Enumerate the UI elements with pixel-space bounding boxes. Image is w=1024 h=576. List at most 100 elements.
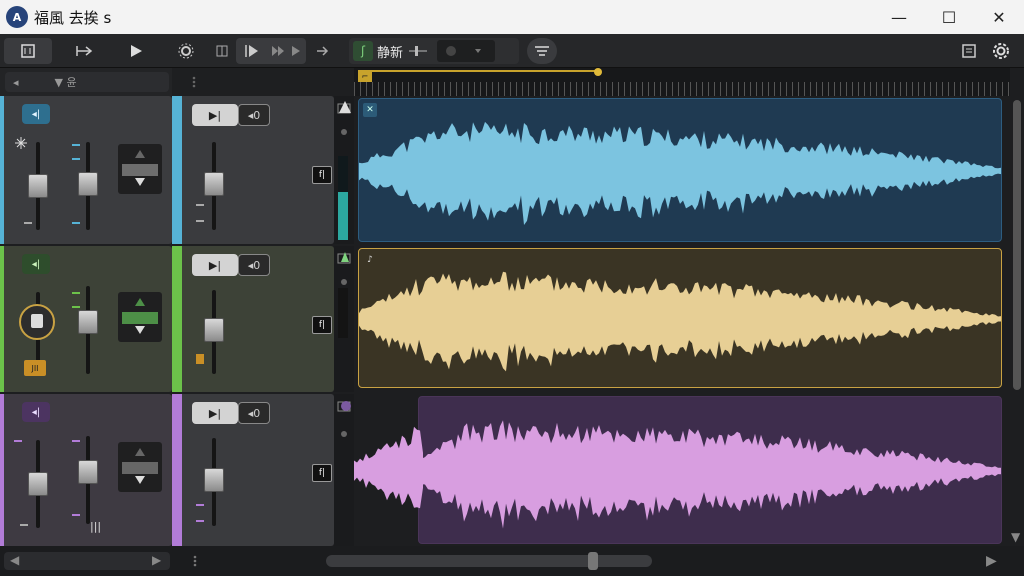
fader-tick	[196, 504, 204, 506]
audio-clip-blue[interactable]: ✕	[358, 98, 1002, 242]
gear-icon	[993, 43, 1009, 59]
insert-play-button[interactable]: ▶|	[192, 254, 238, 276]
pan-knob[interactable]	[17, 302, 57, 342]
mixer-strip: ◂| JII	[0, 246, 172, 392]
send-selector[interactable]	[118, 442, 162, 492]
insert-play-button[interactable]: ▶|	[192, 104, 238, 126]
horizontal-scrollbar[interactable]	[326, 552, 652, 570]
fader-tick	[72, 144, 80, 146]
track-color	[0, 394, 4, 546]
scroll-left-arrow[interactable]: ◀	[10, 553, 19, 567]
arrow-up-icon[interactable]	[135, 150, 145, 158]
insert-fader[interactable]	[204, 468, 224, 492]
track-blue: ◂| ▶| ◂0 f|	[0, 96, 354, 244]
eq-button[interactable]	[527, 38, 557, 64]
fader-tick	[196, 220, 204, 222]
volume-fader[interactable]	[28, 472, 48, 496]
window-title: 福風 去挨 s	[34, 8, 112, 27]
drag-handle-icon[interactable]	[192, 554, 198, 568]
send-fader[interactable]	[78, 310, 98, 334]
loop-region[interactable]	[358, 70, 598, 80]
arrow-down-icon[interactable]	[135, 326, 145, 334]
vertical-scrollbar[interactable]	[1010, 96, 1024, 546]
preset-icon: ʃ	[353, 41, 373, 61]
settings-button[interactable]	[988, 38, 1014, 64]
preset-selector[interactable]: ʃ 静新	[349, 38, 519, 64]
arrangement-area[interactable]: ✕ ♪	[354, 96, 1010, 546]
send-selector[interactable]	[118, 292, 162, 342]
ruler-ticks	[354, 82, 1010, 96]
send-level	[122, 164, 158, 176]
mixer-icon	[21, 44, 35, 58]
arrow-up-icon[interactable]	[135, 298, 145, 306]
maximize-button[interactable]: ☐	[924, 0, 974, 34]
title-bar: A 福風 去挨 s — ☐ ✕	[0, 0, 1024, 34]
play-from-start-icon[interactable]	[245, 45, 258, 57]
monitor-button[interactable]: ◂0	[238, 104, 270, 126]
horizontal-scrollbar-thumb[interactable]	[588, 552, 598, 570]
arrow-up-icon[interactable]	[135, 448, 145, 456]
slider-icon	[409, 46, 428, 56]
skip-icon[interactable]	[292, 46, 300, 56]
send-fader[interactable]	[78, 172, 98, 196]
volume-fader[interactable]	[28, 174, 48, 198]
insert-play-button[interactable]: ▶|	[192, 402, 238, 424]
play-button[interactable]	[116, 38, 156, 64]
bars-label: |||	[90, 520, 102, 533]
arrow-down-icon[interactable]	[135, 476, 145, 484]
scroll-down-arrow[interactable]: ▼	[1011, 530, 1020, 544]
filter-label: ▼ 윤	[54, 76, 77, 89]
send-selector[interactable]	[118, 144, 162, 194]
vertical-scrollbar-thumb[interactable]	[1013, 100, 1021, 390]
pan-button[interactable]: ◂|	[22, 402, 50, 422]
fader-tick	[20, 524, 28, 526]
audio-clip-purple[interactable]	[418, 396, 1002, 544]
route-button[interactable]	[62, 38, 106, 64]
loop-button[interactable]	[210, 38, 234, 64]
insert-fader[interactable]	[204, 172, 224, 196]
insert-fader[interactable]	[204, 318, 224, 342]
arrow-down-icon[interactable]	[135, 178, 145, 186]
settings-gear-button[interactable]	[166, 38, 206, 64]
fx-button[interactable]: f|	[312, 166, 332, 184]
waveform-lead-in	[354, 426, 423, 509]
scroll-right-arrow[interactable]: ▶	[986, 553, 997, 569]
preset-label: 静新	[377, 45, 404, 61]
fader-tick	[72, 440, 80, 442]
audio-clip-gold[interactable]: ♪	[358, 248, 1002, 388]
route-icon	[76, 46, 93, 56]
fx-button[interactable]: f|	[312, 464, 332, 482]
loop-start-flag[interactable]: ⌐	[358, 70, 372, 82]
forward-button[interactable]	[310, 38, 334, 64]
scroll-right-arrow[interactable]: ▶	[152, 553, 161, 567]
timeline-ruler[interactable]: ⌐	[354, 68, 1010, 96]
meter-label: JII	[24, 360, 46, 376]
pan-button[interactable]: ◂|	[22, 104, 50, 124]
loop-icon	[216, 45, 228, 57]
transport-group	[236, 38, 306, 64]
monitor-button[interactable]: ◂0	[238, 402, 270, 424]
marker-icon	[339, 101, 351, 113]
track-filter[interactable]: ◂ ▼ 윤	[5, 72, 169, 92]
fader-tick	[196, 520, 204, 522]
track-list-header: ◂ ▼ 윤	[0, 68, 172, 96]
mixer-button[interactable]	[4, 38, 52, 64]
minimize-button[interactable]: —	[874, 0, 924, 34]
insert-color	[172, 96, 182, 244]
doc-icon	[962, 44, 976, 58]
left-panel-scrollbar[interactable]: ◀ ▶	[4, 552, 170, 570]
close-button[interactable]: ✕	[974, 0, 1024, 34]
fast-forward-icon[interactable]	[272, 46, 284, 56]
collapse-arrow-icon[interactable]: ◂	[13, 76, 19, 89]
fx-button[interactable]: f|	[312, 316, 332, 334]
playhead-marker[interactable]	[594, 68, 602, 76]
pan-button[interactable]: ◂|	[22, 254, 50, 274]
document-button[interactable]	[956, 38, 982, 64]
monitor-button[interactable]: ◂0	[238, 254, 270, 276]
insert-color	[172, 246, 182, 392]
send-fader[interactable]	[78, 460, 98, 484]
fader-tick	[72, 158, 80, 160]
preset-dropdown[interactable]	[437, 40, 495, 62]
insert-color	[172, 394, 182, 546]
asterisk-icon	[15, 137, 27, 149]
